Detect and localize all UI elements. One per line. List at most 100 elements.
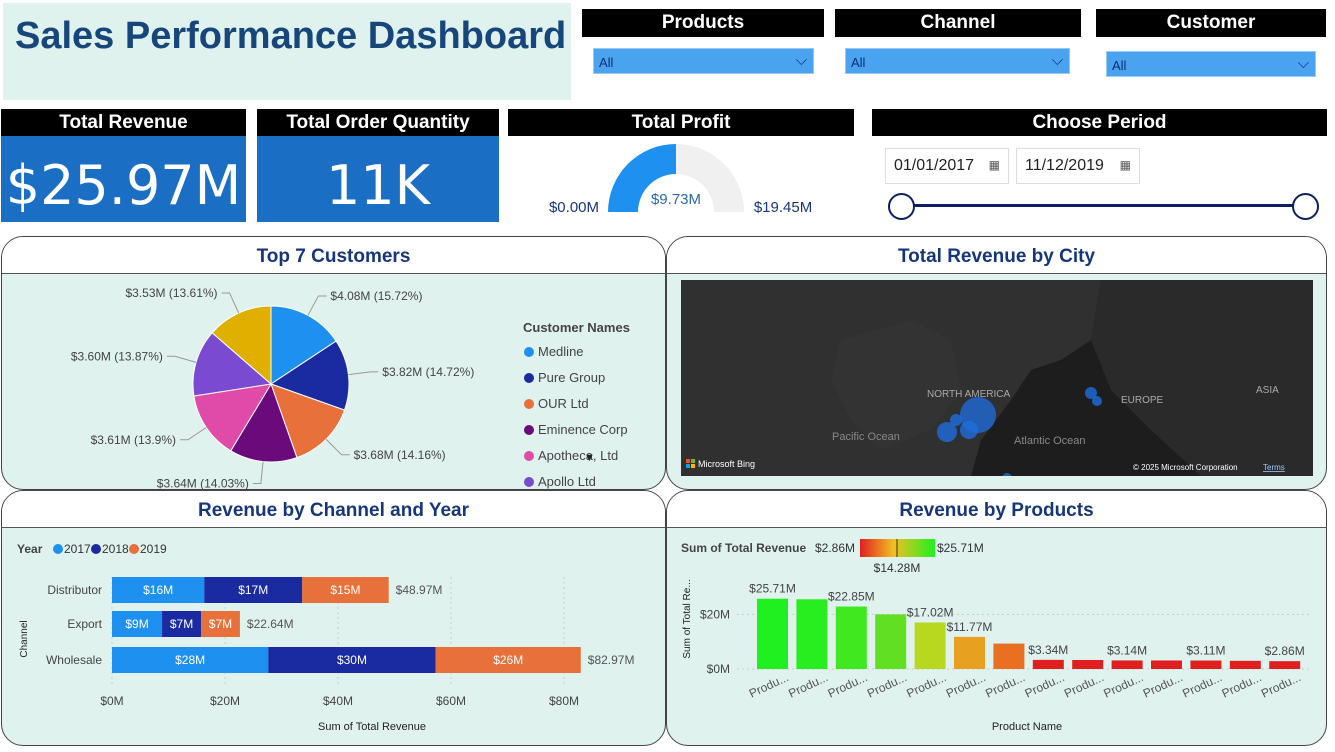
x-category-label: Produ...: [865, 670, 909, 700]
card-total-order-quantity: Total Order Quantity 11K: [257, 109, 499, 222]
revenue-map[interactable]: NORTH AMERICA EUROPE ASIA Pacific Ocean …: [681, 280, 1313, 476]
product-bar[interactable]: [993, 643, 1025, 669]
panel-revenue-by-products: Revenue by Products Sum of Total Revenue…: [666, 490, 1327, 746]
bar-data-label: $28M: [175, 653, 205, 667]
card-value: 11K: [257, 136, 499, 222]
product-bar[interactable]: [1269, 661, 1301, 669]
y-tick-label: $0M: [707, 662, 730, 676]
x-category-label: Produ...: [1220, 670, 1264, 700]
gauge-value: $9.73M: [651, 191, 701, 208]
pie-legend-item[interactable]: Medline: [538, 344, 584, 359]
map-city-bubble[interactable]: [937, 422, 957, 442]
slicer-customer-dropdown[interactable]: All ⌵: [1106, 51, 1316, 77]
product-bar[interactable]: [914, 622, 946, 669]
pie-data-label: $3.68M (14.16%): [354, 448, 446, 462]
pie-data-label: $3.61M (13.9%): [91, 433, 176, 447]
gauge-min: $0.00M: [549, 199, 599, 216]
bar-data-label: $17.02M: [907, 605, 954, 619]
y-category-label: Export: [67, 617, 102, 631]
bar-data-label: $16M: [143, 583, 173, 597]
pie-label-leader: [252, 461, 264, 484]
x-tick-label: $80M: [549, 694, 579, 708]
product-bar[interactable]: [1190, 660, 1222, 669]
channel-legend-item[interactable]: 2018: [102, 542, 129, 556]
bar-data-label: $17M: [238, 583, 268, 597]
pie-legend-item[interactable]: Apollo Ltd: [538, 474, 596, 489]
x-tick-label: $0M: [100, 694, 123, 708]
map-label-asia: ASIA: [1256, 385, 1279, 396]
x-category-label: Produ...: [1062, 670, 1106, 700]
bar-data-label: $2.86M: [1265, 644, 1305, 658]
channel-legend-item[interactable]: 2019: [140, 542, 167, 556]
title-banner: Sales Performance Dashboard: [3, 3, 571, 100]
channel-y-axis-label: Channel: [19, 620, 30, 657]
product-bar[interactable]: [757, 598, 788, 669]
product-bar[interactable]: [1032, 659, 1064, 669]
pie-legend-item[interactable]: Apotheca, Ltd: [538, 448, 618, 463]
slicer-channel-label: Channel: [835, 9, 1081, 37]
pie-legend-title: Customer Names: [523, 320, 630, 335]
x-tick-label: $60M: [436, 694, 466, 708]
bar-data-label: $7M: [209, 617, 232, 631]
calendar-icon: ▦: [1119, 158, 1131, 172]
slicer-products: Products All ⌵: [582, 9, 824, 74]
pie-label-leader: [221, 292, 240, 314]
x-category-label: Produ...: [904, 670, 948, 700]
pie-data-label: $3.60M (13.87%): [71, 349, 163, 363]
bar-data-label: $22.85M: [828, 590, 875, 604]
product-bar[interactable]: [835, 606, 867, 669]
chevron-down-icon: ⌵: [1297, 55, 1309, 72]
y-category-label: Distributor: [47, 583, 102, 597]
legend-scroll-down-icon[interactable]: ▼: [584, 452, 595, 464]
legend-dot: [524, 399, 534, 409]
legend-dot: [524, 425, 534, 435]
start-date-value: 01/01/2017: [894, 157, 975, 174]
bar-data-label: $9M: [125, 617, 148, 631]
slicer-products-dropdown[interactable]: All ⌵: [593, 48, 814, 74]
period-slider-start-handle[interactable]: [888, 193, 915, 220]
end-date-input[interactable]: 11/12/2019 ▦: [1016, 148, 1140, 184]
card-label: Total Revenue: [1, 109, 246, 136]
map-city-bubble[interactable]: [960, 421, 978, 439]
map-copyright: © 2025 Microsoft Corporation: [1133, 463, 1238, 472]
x-category-label: Produ...: [1023, 670, 1067, 700]
panel-title: Top 7 Customers: [2, 237, 665, 274]
period-slicer: Choose Period 01/01/2017 ▦ 11/12/2019 ▦: [872, 109, 1327, 224]
slicer-channel-dropdown[interactable]: All ⌵: [845, 48, 1070, 74]
map-terms-link[interactable]: Terms: [1263, 463, 1285, 472]
card-total-revenue: Total Revenue $25.97M: [1, 109, 246, 222]
pie-data-label: $3.82M (14.72%): [382, 365, 474, 379]
product-bar[interactable]: [1072, 659, 1104, 669]
bar-total-label: $82.97M: [588, 653, 635, 667]
legend-dot: [53, 544, 63, 554]
pie-data-label: $3.53M (13.61%): [126, 286, 218, 300]
channel-legend-item[interactable]: 2017: [64, 542, 91, 556]
legend-dot: [524, 451, 534, 461]
start-date-input[interactable]: 01/01/2017 ▦: [885, 148, 1009, 184]
product-bar[interactable]: [796, 599, 828, 669]
x-category-label: Produ...: [983, 670, 1027, 700]
bar-data-label: $11.77M: [947, 620, 993, 634]
pie-legend-item[interactable]: OUR Ltd: [538, 396, 589, 411]
product-bar[interactable]: [1151, 660, 1182, 669]
pie-label-leader: [348, 371, 379, 376]
legend-dot: [91, 544, 101, 554]
map-city-bubble[interactable]: [1092, 396, 1102, 406]
pie-legend-item[interactable]: Pure Group: [538, 370, 605, 385]
period-slider-end-handle[interactable]: [1292, 193, 1319, 220]
products-legend-mid: $14.28M: [874, 561, 921, 575]
product-bar[interactable]: [875, 614, 907, 669]
product-bar[interactable]: [954, 636, 985, 669]
x-category-label: Produ...: [786, 670, 830, 700]
legend-dot: [524, 477, 534, 487]
x-category-label: Produ...: [1101, 670, 1145, 700]
pie-chart: $4.08M (15.72%) $3.82M (14.72%) $3.68M (14…: [71, 286, 630, 489]
bar-total-label: $48.97M: [396, 583, 443, 597]
product-bar[interactable]: [1111, 660, 1143, 669]
bar-data-label: $3.11M: [1186, 643, 1225, 657]
pie-label-leader: [307, 295, 327, 316]
card-label: Total Profit: [508, 109, 854, 136]
panel-revenue-by-channel: Revenue by Channel and Year Year 2017 201…: [1, 490, 666, 746]
product-bar[interactable]: [1229, 660, 1261, 669]
pie-legend-item[interactable]: Eminence Corp: [538, 422, 628, 437]
